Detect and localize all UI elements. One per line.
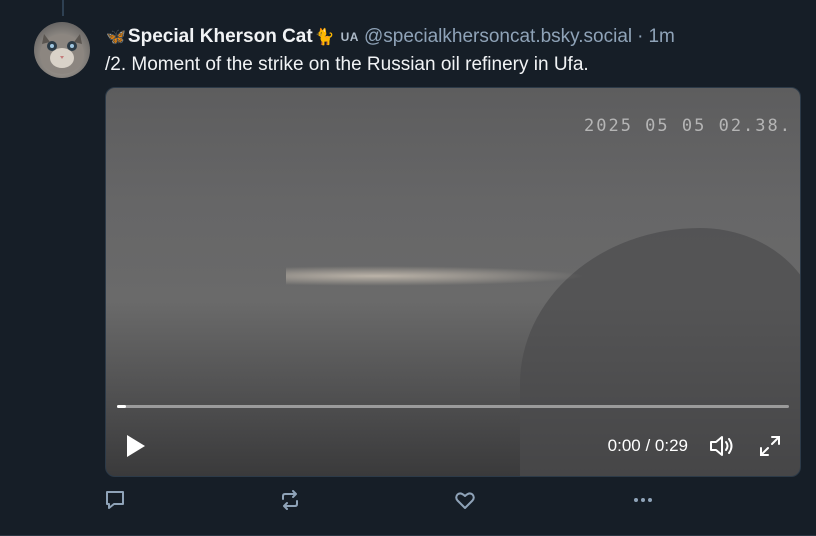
play-button[interactable]: [124, 434, 148, 458]
video-current-time: 0:00: [607, 436, 641, 455]
reply-button[interactable]: [103, 488, 129, 514]
repost-button[interactable]: [278, 488, 304, 514]
header-separator: ·: [637, 26, 644, 47]
post-header: 🦋 Special Kherson Cat 🐈 UA @specialkhers…: [106, 25, 675, 49]
post-actions: [0, 488, 816, 516]
like-button[interactable]: [453, 488, 479, 514]
cat-avatar-image: [40, 34, 84, 74]
cat-emoji: 🐈: [314, 29, 335, 46]
play-icon: [127, 435, 145, 457]
video-player[interactable]: 2025 05 05 02.38. 0:00 / 0:29: [105, 87, 801, 477]
video-duration: 0:29: [654, 436, 688, 455]
thread-connector-line: [62, 0, 64, 16]
post-text: /2. Moment of the strike on the Russian …: [105, 54, 589, 75]
avatar[interactable]: [34, 22, 90, 78]
heart-icon: [455, 492, 475, 509]
author-handle[interactable]: @specialkhersoncat.bsky.social: [364, 26, 632, 48]
video-time-separator: /: [640, 436, 655, 455]
video-time-readout: 0:00 / 0:29: [608, 436, 688, 456]
video-frame-lights: [286, 266, 586, 286]
author-name[interactable]: Special Kherson Cat: [128, 26, 313, 48]
video-progress-bar[interactable]: [117, 405, 789, 408]
volume-icon: [710, 436, 733, 456]
fullscreen-button[interactable]: [758, 434, 782, 458]
more-options-button[interactable]: [630, 488, 656, 514]
repost-arrows-icon: [282, 490, 298, 510]
ellipsis-icon: [634, 498, 652, 502]
video-overlay-timestamp: 2025 05 05 02.38.: [584, 116, 792, 136]
ua-flag-badge: UA: [340, 30, 359, 44]
volume-button[interactable]: [708, 433, 736, 459]
post-time[interactable]: 1m: [648, 26, 674, 48]
video-progress-fill: [117, 405, 126, 408]
fullscreen-icon: [760, 436, 780, 456]
speech-bubble-icon: [106, 491, 124, 509]
butterfly-emoji: 🦋: [106, 29, 126, 46]
